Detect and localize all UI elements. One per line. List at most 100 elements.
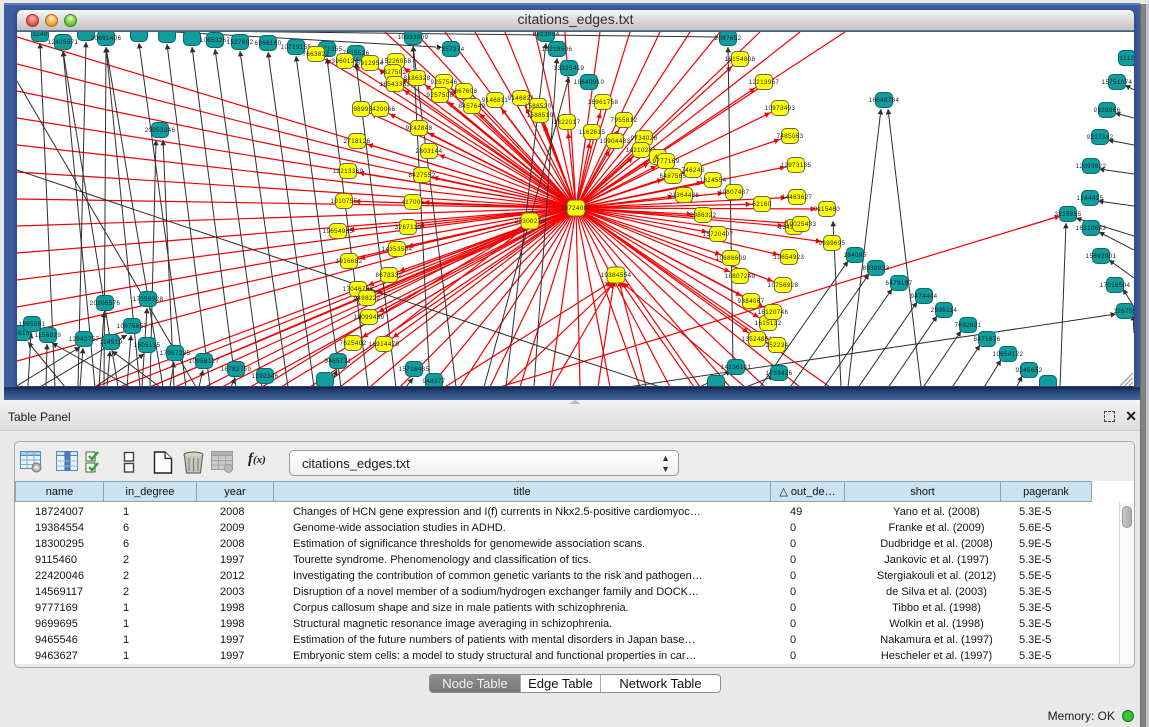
svg-text:1162615: 1162615: [579, 129, 606, 136]
svg-text:9734028: 9734028: [631, 135, 658, 142]
svg-text:746246: 746246: [681, 167, 704, 174]
svg-text:948377: 948377: [422, 378, 445, 385]
svg-text:23300273: 23300273: [515, 218, 546, 225]
svg-text:8427552: 8427552: [409, 172, 436, 179]
svg-text:9899: 9899: [353, 106, 369, 113]
svg-text:15692901: 15692901: [1086, 253, 1117, 260]
svg-text:1010755: 1010755: [331, 198, 358, 205]
svg-text:9384067: 9384067: [738, 298, 765, 305]
svg-text:6966160: 6966160: [255, 40, 282, 47]
svg-text:7632621: 7632621: [955, 322, 982, 329]
svg-text:10025433: 10025433: [786, 221, 817, 228]
svg-text:7663822: 7663822: [303, 51, 330, 58]
svg-text:13325419: 13325419: [554, 65, 585, 72]
svg-text:14353594: 14353594: [382, 246, 413, 253]
svg-text:9257508: 9257508: [427, 92, 454, 99]
svg-text:16120746: 16120746: [758, 309, 789, 316]
svg-text:1327502: 1327502: [380, 69, 407, 76]
svg-text:6479197: 6479197: [886, 280, 913, 287]
svg-text:16914479: 16914479: [369, 341, 400, 348]
svg-text:15718485: 15718485: [399, 366, 430, 373]
svg-text:19654923: 19654923: [774, 254, 805, 261]
svg-text:2867608: 2867608: [451, 88, 478, 95]
svg-text:20053346: 20053346: [145, 127, 176, 134]
svg-text:164095: 164095: [843, 252, 866, 259]
svg-text:10756928: 10756928: [768, 282, 799, 289]
svg-text:1112: 1112: [1120, 55, 1134, 62]
svg-text:20691406: 20691406: [91, 35, 122, 42]
svg-text:2935114: 2935114: [931, 307, 958, 314]
svg-text:8471676: 8471676: [974, 336, 1001, 343]
svg-text:9465771: 9465771: [325, 358, 352, 365]
svg-text:1244415: 1244415: [1077, 195, 1104, 202]
svg-text:8938923: 8938923: [863, 265, 890, 272]
svg-text:1156819: 1156819: [35, 332, 62, 339]
svg-text:12093822: 12093822: [1076, 163, 1107, 170]
svg-text:1733426: 1733426: [766, 370, 793, 377]
svg-text:14463627: 14463627: [782, 194, 813, 201]
svg-text:18724007: 18724007: [561, 205, 592, 212]
svg-text:1527602: 1527602: [227, 39, 254, 46]
svg-text:8678332: 8678332: [376, 272, 403, 279]
svg-text:1995061: 1995061: [19, 321, 46, 328]
svg-text:10688609: 10688609: [716, 255, 747, 262]
svg-text:12942757: 12942757: [69, 336, 100, 343]
svg-text:21364436: 21364436: [669, 192, 700, 199]
svg-text:9242848: 9242848: [406, 125, 433, 132]
svg-text:1240: 1240: [32, 32, 48, 38]
svg-text:10719155: 10719155: [281, 44, 312, 51]
svg-text:1505135: 1505135: [134, 342, 161, 349]
svg-text:1322017: 1322017: [554, 119, 581, 126]
svg-text:19384554: 19384554: [601, 272, 632, 279]
svg-text:15751074: 15751074: [1102, 79, 1133, 86]
svg-text:16648784: 16648784: [869, 97, 900, 104]
svg-text:8186328: 8186328: [404, 75, 431, 82]
svg-text:2803144: 2803144: [416, 148, 443, 155]
svg-text:3267110: 3267110: [395, 224, 422, 231]
svg-text:10807487: 10807487: [719, 189, 750, 196]
svg-text:16210643: 16210643: [1076, 225, 1107, 232]
svg-text:10975657: 10975657: [117, 323, 148, 330]
svg-text:8457649: 8457649: [459, 103, 486, 110]
svg-text:1615132: 1615132: [755, 320, 782, 327]
svg-text:10958127: 10958127: [189, 358, 220, 365]
svg-text:14136141: 14136141: [721, 364, 752, 371]
svg-text:18807249: 18807249: [725, 273, 756, 280]
svg-text:17359928: 17359928: [133, 296, 164, 303]
svg-text:9227342: 9227342: [1087, 134, 1114, 141]
svg-text:10654122: 10654122: [993, 351, 1024, 358]
svg-text:16782759: 16782759: [221, 366, 252, 373]
svg-text:8813054: 8813054: [533, 32, 560, 38]
svg-text:62160: 62160: [752, 201, 771, 208]
svg-text:2718126: 2718126: [344, 138, 371, 145]
svg-text:1292346: 1292346: [252, 373, 279, 380]
svg-text:1588510: 1588510: [527, 112, 554, 119]
svg-text:15720407: 15720407: [703, 231, 734, 238]
svg-text:7955812: 7955812: [611, 117, 638, 124]
svg-text:252234: 252234: [765, 342, 788, 349]
svg-text:19654985: 19654985: [323, 228, 354, 235]
svg-text:417006: 417006: [401, 199, 424, 206]
svg-text:126753: 126753: [1113, 308, 1134, 315]
svg-text:8912954: 8912954: [357, 60, 384, 67]
svg-text:17957235: 17957235: [160, 350, 191, 357]
svg-text:16154808: 16154808: [725, 56, 756, 63]
svg-text:17016504: 17016504: [1100, 282, 1131, 289]
svg-text:12973135: 12973135: [781, 162, 812, 169]
svg-text:12405571: 12405571: [48, 39, 79, 46]
svg-text:12213369: 12213369: [333, 168, 364, 175]
svg-text:9146811: 9146811: [482, 97, 509, 104]
svg-text:6487565: 6487565: [660, 173, 687, 180]
svg-text:114519: 114519: [100, 339, 123, 346]
svg-text:18640910: 18640910: [574, 79, 605, 86]
svg-text:7357274: 7357274: [438, 46, 465, 53]
svg-text:9474444: 9474444: [911, 293, 938, 300]
svg-text:3960124: 3960124: [332, 58, 359, 65]
svg-text:19218506: 19218506: [542, 46, 573, 53]
svg-text:9329966: 9329966: [1094, 107, 1121, 114]
svg-text:9777169: 9777169: [653, 158, 680, 165]
svg-text:9699695: 9699695: [819, 240, 846, 247]
svg-text:9115460: 9115460: [814, 206, 841, 213]
svg-text:16543362: 16543362: [380, 81, 411, 88]
svg-text:9498222: 9498222: [354, 295, 381, 302]
